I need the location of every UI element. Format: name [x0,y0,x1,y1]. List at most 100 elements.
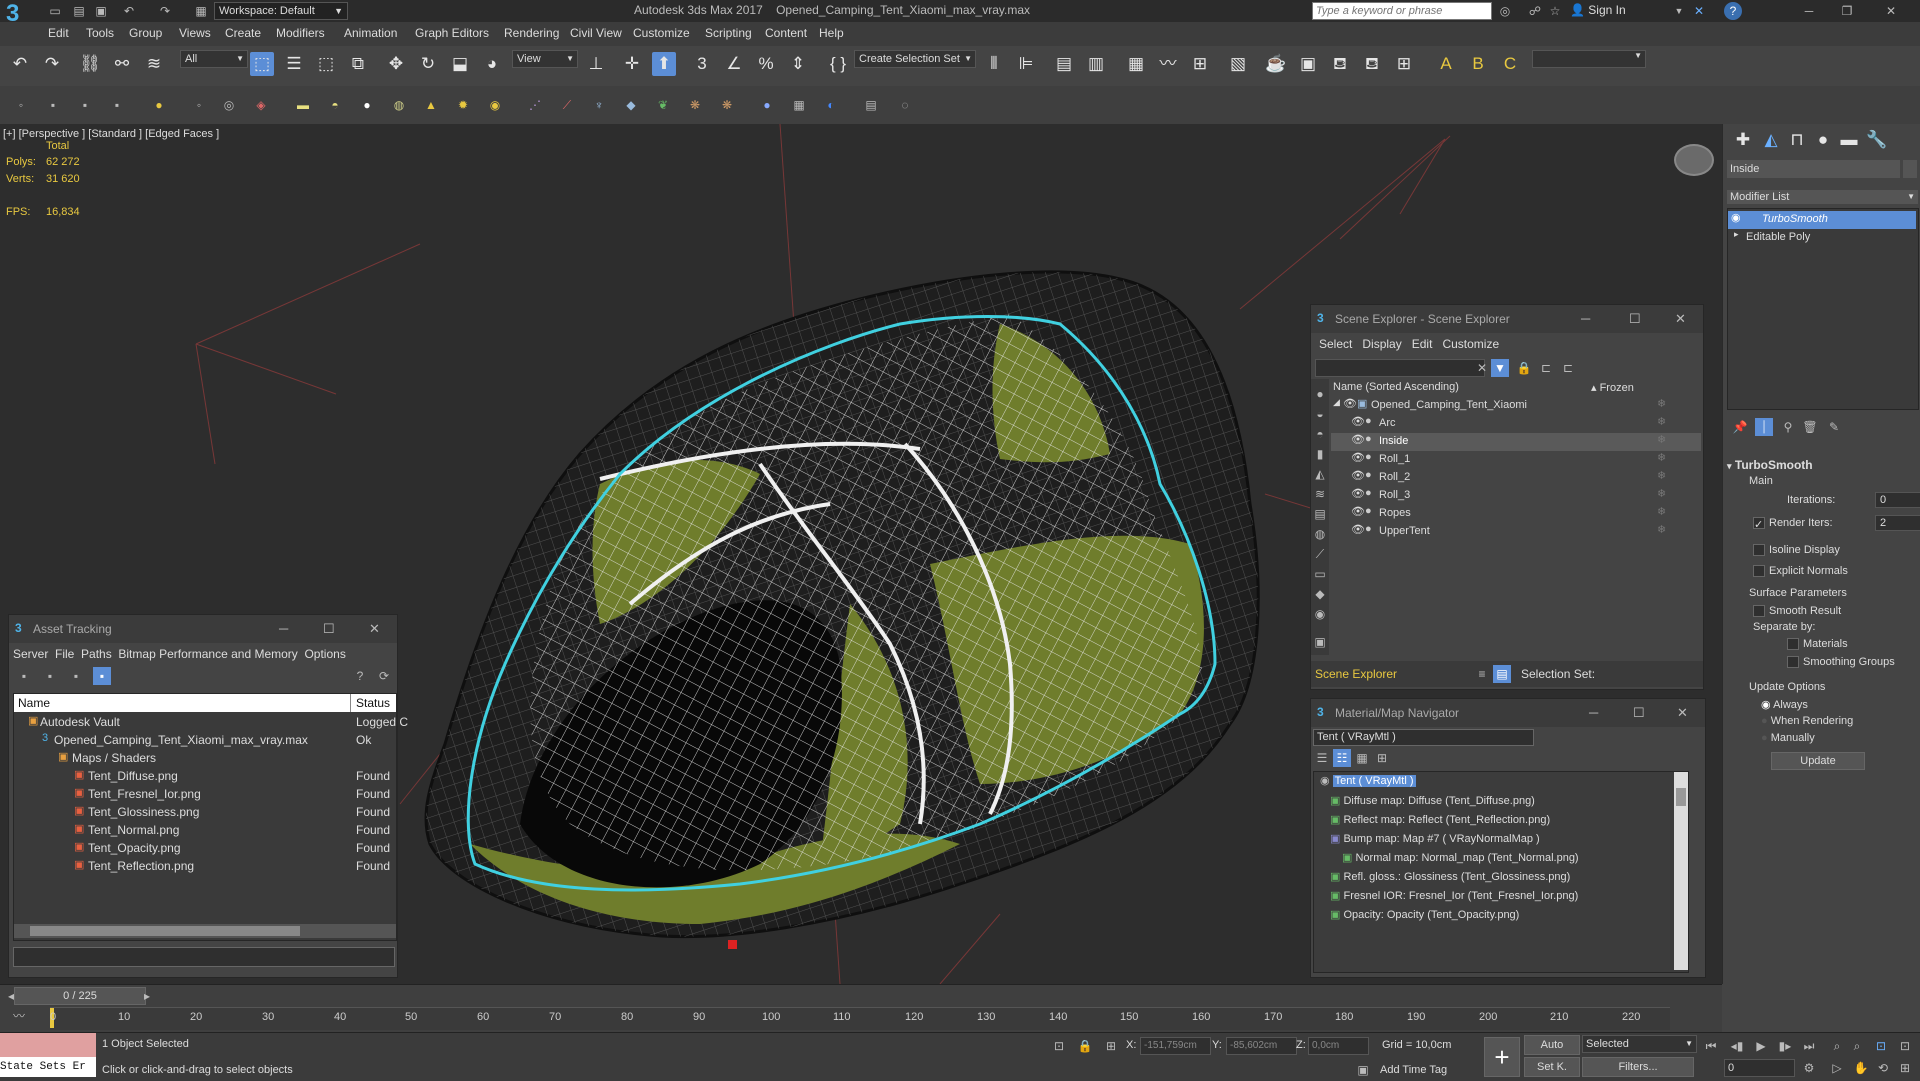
material-root[interactable]: ◉ Tent ( VRayMtl ) [1320,774,1416,792]
map-item[interactable]: ▣ Refl. gloss.: Glossiness (Tent_Glossin… [1330,870,1570,888]
scrollbar-thumb[interactable] [1676,788,1686,806]
z-coord-field[interactable]: 0,0cm [1308,1037,1369,1055]
materials-checkbox[interactable]: Materials [1787,638,1848,651]
search-field[interactable] [1312,2,1492,20]
always-radio[interactable]: ◉ Always [1761,698,1808,711]
map-item[interactable]: ▣ Bump map: Map #7 ( VRayNormalMap ) [1330,832,1540,850]
frozen-toggle-icon[interactable]: ❄ [1657,487,1666,500]
rendered-frame-window-icon[interactable]: ▣ [1296,52,1320,76]
frozen-toggle-icon[interactable]: ❄ [1657,433,1666,446]
play-icon[interactable]: ▶ [1752,1037,1770,1055]
time-slider[interactable]: 0 / 225 [14,987,146,1005]
table-row[interactable]: ▣ Maps / Shaders [14,750,396,768]
binoculars-icon[interactable]: ◎ [1496,2,1514,20]
asset-menu-file[interactable]: File [55,647,74,661]
undo-icon[interactable]: ↶ [8,52,32,76]
object-name-field[interactable]: Inside [1727,160,1900,178]
menu-scripting[interactable]: Scripting [705,26,752,40]
col-name-header[interactable]: Name [18,696,50,710]
display-groups-icon[interactable]: ▤ [1311,505,1329,523]
add-time-tag[interactable]: Add Time Tag [1380,1064,1447,1076]
reference-coord-dropdown[interactable]: View ▼ [512,50,578,68]
remove-modifier-icon[interactable]: 🗑 [1801,418,1819,436]
zoom-all-icon[interactable]: ⌕ [1848,1037,1866,1055]
view-small-icons-icon[interactable]: ▦ [1353,749,1371,767]
display-frozen-icon[interactable]: ◆ [1311,585,1329,603]
when-rendering-radio[interactable]: ● When Rendering [1761,715,1853,727]
eye-icon[interactable]: 👁 [1351,415,1365,428]
configure-sets-icon[interactable]: ✎ [1825,418,1843,436]
table-row[interactable]: ▣ Tent_Normal.png Found [14,822,396,840]
create-tab-icon[interactable]: ✚ [1731,128,1755,152]
vray-tool-7-icon[interactable]: ◎ [220,96,238,114]
expand-icon[interactable]: ◢ [1333,397,1340,408]
vray-tool-1-icon[interactable]: ◦ [12,96,30,114]
table-row[interactable]: ▣ Tent_Glossiness.png Found [14,804,396,822]
vray-mesh-2-icon[interactable]: ❋ [718,96,736,114]
asset-menu-server[interactable]: Server [13,647,48,661]
se-search-field[interactable] [1315,359,1485,377]
explicit-normals-checkbox[interactable]: Explicit Normals [1753,565,1848,578]
close-icon[interactable]: ✕ [1677,705,1688,721]
current-frame-field[interactable]: 0 [1724,1059,1795,1077]
vray-tool-6-icon[interactable]: ◦ [190,96,208,114]
align-icon[interactable]: ⊫ [1014,52,1038,76]
select-by-name-icon[interactable]: ☰ [282,52,306,76]
smoothing-groups-checkbox[interactable]: Smoothing Groups [1787,656,1895,669]
material-editor-icon[interactable]: ▧ [1226,52,1250,76]
frozen-toggle-icon[interactable]: ❄ [1657,415,1666,428]
view-list-icon[interactable]: ☰ [1313,749,1331,767]
zoom-icon[interactable]: ⌕ [1828,1037,1846,1055]
link-icon[interactable]: ⛓ [78,52,102,76]
place-icon[interactable]: ◕ [480,52,504,76]
vray-b-icon[interactable]: B [1466,52,1490,76]
pan-icon[interactable]: ✋ [1852,1059,1870,1077]
eye-icon[interactable]: 👁 [1351,505,1365,518]
fov-icon[interactable]: ▷ [1828,1059,1846,1077]
tree-item[interactable]: 👁 ● Ropes ❄ [1331,505,1701,523]
extra-toolbar-dropdown[interactable]: ▼ [1532,50,1646,68]
time-config-icon[interactable]: ⚙ [1800,1059,1818,1077]
spinner-snap-icon[interactable]: ⇕ [786,52,810,76]
snaps-toggle-icon[interactable]: 3 [690,52,714,76]
render-active-shade-icon[interactable]: ⊞ [1392,52,1416,76]
maximize-icon[interactable]: ☐ [1633,705,1645,721]
rectangular-selection-icon[interactable]: ⬚ [314,52,338,76]
eye-icon[interactable]: 👁 [1343,397,1357,410]
frozen-toggle-icon[interactable]: ❄ [1657,523,1666,536]
vray-fur-2-icon[interactable]: ♆ [590,96,608,114]
stack-item-turbosmooth[interactable]: ◉ TurboSmooth [1728,211,1916,229]
vray-light-sphere-icon[interactable]: ● [358,96,376,114]
asset-tool-2-icon[interactable]: ▪ [41,667,59,685]
orbit-icon[interactable]: ⟲ [1874,1059,1892,1077]
keyboard-shortcut-icon[interactable]: ⬆ [652,52,676,76]
menu-modifiers[interactable]: Modifiers [276,26,325,40]
set-key-button[interactable]: Set K. [1524,1057,1580,1077]
exchange-apps-icon[interactable]: ✕ [1690,2,1708,20]
asset-tool-4-icon[interactable]: ▪ [93,667,111,685]
tree-item[interactable]: 👁 ● Roll_1 ❄ [1331,451,1701,469]
tree-item[interactable]: 👁 ● Roll_2 ❄ [1331,469,1701,487]
mirror-icon[interactable]: ⫴ [982,52,1006,76]
frozen-toggle-icon[interactable]: ❄ [1657,469,1666,482]
dropdown-arrow-icon[interactable]: ▼ [1670,2,1688,20]
redo-icon[interactable]: ↷ [40,52,64,76]
display-containers-icon[interactable]: ▭ [1311,565,1329,583]
se-menu-display[interactable]: Display [1362,337,1401,351]
vray-color-icon[interactable]: ◐ [822,96,840,114]
material-navigator-titlebar[interactable]: 3 Material/Map Navigator ─ ☐ ✕ [1311,699,1705,727]
curve-editor-icon[interactable]: 〰 [1156,52,1180,76]
view-large-icons-icon[interactable]: ⊞ [1373,749,1391,767]
utilities-tab-icon[interactable]: 🔧 [1865,128,1889,152]
menu-content[interactable]: Content [765,26,807,40]
asset-help-icon[interactable]: ? [351,667,369,685]
timeline-next-icon[interactable]: ▸ [138,987,156,1005]
eye-icon[interactable]: 👁 [1351,433,1365,446]
manually-radio[interactable]: ● Manually [1761,732,1815,744]
table-row[interactable]: ▣ Tent_Reflection.png Found [14,858,396,876]
asset-menu-paths[interactable]: Paths [81,647,112,661]
eye-icon[interactable]: ◉ [1731,211,1741,224]
goto-end-icon[interactable]: ⏭ [1800,1037,1818,1055]
pin-stack-icon[interactable]: 📌 [1731,418,1749,436]
viewcube-icon[interactable] [1674,144,1714,176]
